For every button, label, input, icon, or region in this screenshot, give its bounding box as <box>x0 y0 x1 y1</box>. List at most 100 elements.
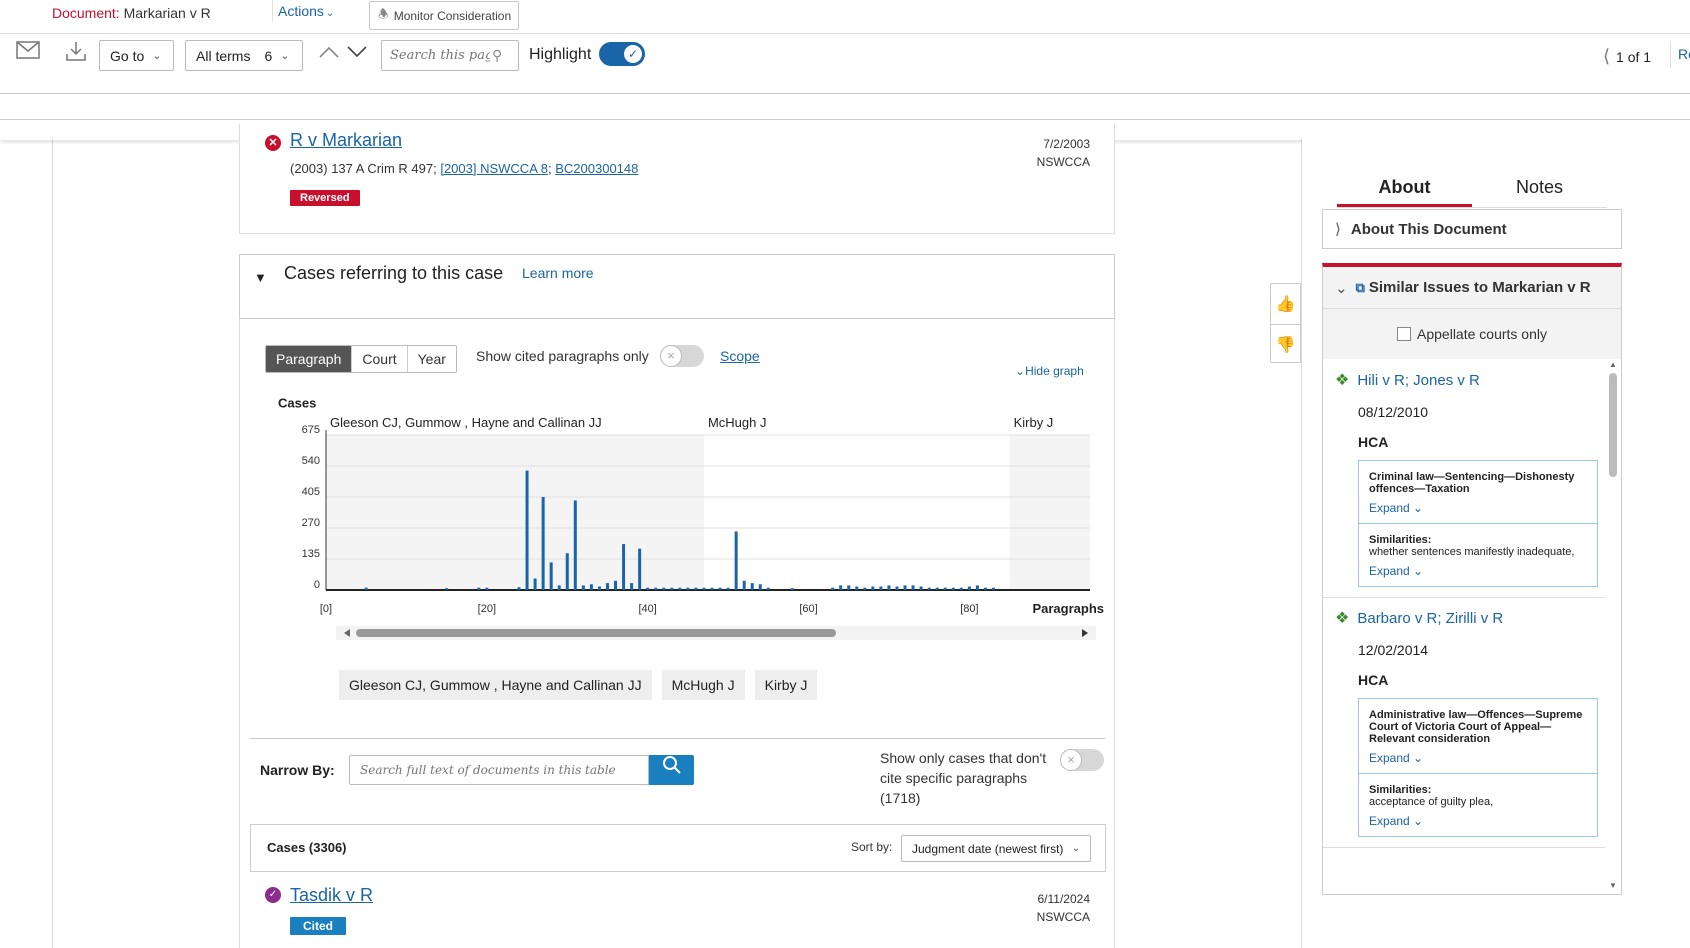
case-link-tasdik[interactable]: Tasdik v R <box>290 885 373 906</box>
y-tick-label: 405 <box>302 486 320 498</box>
check-icon: ✓ <box>622 43 644 65</box>
narrow-search-button[interactable] <box>649 755 694 785</box>
sort-select[interactable]: Judgment date (newest first) ⌄ <box>901 835 1091 862</box>
judge-chip[interactable]: McHugh J <box>661 670 745 700</box>
monitor-consideration-button[interactable]: 🕭 Monitor Consideration <box>369 1 520 30</box>
citation-link-bc[interactable]: BC200300148 <box>555 161 638 176</box>
chart-bar <box>565 553 569 590</box>
chart-bar <box>919 586 923 590</box>
goto-select[interactable]: Go to ⌄ <box>99 40 174 71</box>
caret-down-icon[interactable]: ▼ <box>254 270 267 285</box>
similarities-label: Similarities: <box>1369 784 1432 796</box>
chart-bar <box>581 585 585 590</box>
expand-link[interactable]: Expand ⌄ <box>1369 564 1587 578</box>
chart-bar <box>951 587 955 590</box>
similar-case-details: Criminal law—Sentencing—Dishonesty offen… <box>1358 460 1598 587</box>
narrow-search-input[interactable] <box>360 763 630 777</box>
next-term-button[interactable] <box>346 42 368 65</box>
scroll-up-icon[interactable]: ▲ <box>1608 360 1618 369</box>
x-tick-label: [40] <box>639 603 657 615</box>
only-cases-count: (1718) <box>880 790 921 806</box>
chart-bar <box>557 585 561 590</box>
tab-court[interactable]: Court <box>351 346 407 372</box>
similar-case-link[interactable]: ❖ Barbaro v R; Zirilli v R <box>1335 608 1593 628</box>
similarities-text: whether sentences manifestly inadequate, <box>1369 546 1575 558</box>
thumbs-down-icon[interactable]: 👎 <box>1271 324 1300 364</box>
expand-link[interactable]: Expand ⌄ <box>1369 501 1587 515</box>
chart-bar <box>943 587 947 590</box>
y-tick-label: 270 <box>302 517 320 529</box>
about-document-accordion[interactable]: ⟩ About This Document <box>1322 209 1622 249</box>
actions-menu[interactable]: Actions ⌄ <box>278 3 334 19</box>
chart-bar <box>959 587 963 590</box>
issue-text: Criminal law—Sentencing—Dishonesty offen… <box>1369 471 1575 495</box>
similar-issues-scrollbar[interactable]: ▲ ▼ <box>1608 360 1618 890</box>
chart-bar <box>605 583 609 590</box>
only-cases-toggle[interactable]: × <box>1060 749 1104 771</box>
chevron-down-icon: ⌄ <box>280 50 290 62</box>
similar-issues-title: Similar Issues to Markarian v R <box>1368 279 1591 296</box>
monitor-label: Monitor Consideration <box>393 8 512 23</box>
tab-paragraph[interactable]: Paragraph <box>266 346 352 372</box>
download-icon[interactable] <box>66 41 86 67</box>
tab-year[interactable]: Year <box>406 346 456 372</box>
page-search-input[interactable] <box>390 48 490 63</box>
pager-next-link[interactable]: Re <box>1678 46 1690 62</box>
list-item: ❖ Hili v R; Jones v R 08/12/2010 HCA Cri… <box>1323 360 1605 598</box>
goto-label: Go to <box>110 47 145 64</box>
tab-about[interactable]: About <box>1337 174 1472 207</box>
bottom-case-date: 6/11/2024 <box>1037 892 1091 906</box>
scroll-down-icon[interactable]: ▼ <box>1608 881 1618 890</box>
chart-bar <box>903 585 907 590</box>
search-icon[interactable]: ⚲ <box>492 47 502 64</box>
previous-term-button[interactable] <box>318 42 340 65</box>
hide-graph-link[interactable]: ⌄Hide graph <box>1015 364 1084 378</box>
tab-notes[interactable]: Notes <box>1472 174 1607 207</box>
sub-toolbar <box>0 95 1690 120</box>
chart-bar <box>927 587 931 590</box>
x-tick-label: [20] <box>478 603 496 615</box>
learn-more-link[interactable]: Learn more <box>522 265 594 281</box>
chart-bar <box>646 587 650 590</box>
judge-chip[interactable]: Gleeson CJ, Gummow , Hayne and Callinan … <box>339 670 652 700</box>
similar-case-court: HCA <box>1358 434 1389 450</box>
chart-bar <box>654 587 658 590</box>
treatment-icon: ✓ <box>265 887 281 903</box>
cases-referring-title: Cases referring to this case <box>284 263 504 283</box>
appellate-label: Appellate courts only <box>1417 326 1547 342</box>
thumbs-up-icon[interactable]: 👍 <box>1271 284 1300 324</box>
judge-chip[interactable]: Kirby J <box>754 670 818 700</box>
chart-bar <box>750 583 754 590</box>
expand-link[interactable]: Expand ⌄ <box>1369 814 1587 828</box>
bottom-case-court: NSWCCA <box>1036 910 1090 924</box>
close-icon: × <box>660 345 682 367</box>
appellate-checkbox[interactable] <box>1397 327 1412 341</box>
similar-issues-list: ❖ Hili v R; Jones v R 08/12/2010 HCA Cri… <box>1323 360 1605 848</box>
chart-region-shade <box>326 435 704 590</box>
chart-bar <box>485 587 489 590</box>
top-case-link[interactable]: R v Markarian <box>290 130 402 151</box>
scroll-thumb[interactable] <box>1609 373 1617 477</box>
y-tick-label: 0 <box>314 579 320 591</box>
citation-link-nswcca[interactable]: [2003] NSWCCA 8 <box>440 161 548 176</box>
previous-page-icon[interactable]: ⟨ <box>1603 46 1610 66</box>
highlight-toggle[interactable]: ✓ <box>599 42 645 66</box>
mail-icon[interactable] <box>16 41 40 65</box>
all-terms-select[interactable]: All terms 6 ⌄ <box>185 40 303 71</box>
chart-bar <box>670 587 674 590</box>
chart-bar <box>975 585 979 590</box>
similar-case-link[interactable]: ❖ Hili v R; Jones v R <box>1335 370 1593 390</box>
similar-issues-header[interactable]: ⌄ ⧉ Similar Issues to Markarian v R <box>1323 267 1621 309</box>
cited-only-toggle[interactable]: × <box>660 345 704 367</box>
expand-label: Expand <box>1369 501 1410 515</box>
chart-bar <box>935 587 939 590</box>
scope-link[interactable]: Scope <box>720 348 760 364</box>
chevron-down-icon: ⌄ <box>1015 364 1026 378</box>
search-icon <box>662 756 681 774</box>
similar-case-title: Hili v R; Jones v R <box>1357 371 1480 389</box>
chart-bar <box>734 531 738 590</box>
sort-value: Judgment date (newest first) <box>912 841 1064 856</box>
chart-bar <box>855 586 859 590</box>
expand-link[interactable]: Expand ⌄ <box>1369 751 1587 765</box>
chart-bar <box>477 587 481 590</box>
